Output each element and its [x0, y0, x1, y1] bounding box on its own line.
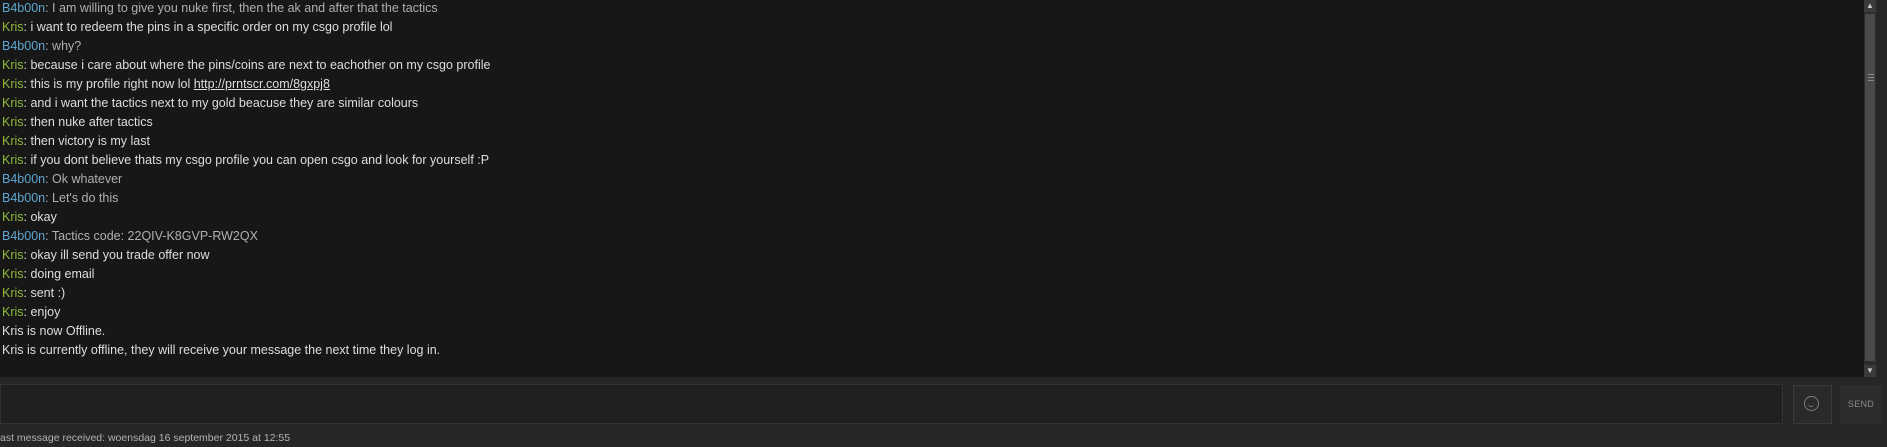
sender-name[interactable]: Kris — [2, 77, 24, 91]
sender-name[interactable]: Kris — [2, 248, 24, 262]
scroll-thumb[interactable] — [1865, 14, 1875, 361]
message-text: : this is my profile right now lol — [23, 77, 194, 91]
message-text: : I am willing to give you nuke first, t… — [45, 1, 438, 15]
last-message-status: ast message received: woensdag 16 septem… — [0, 432, 291, 444]
scroll-down-arrow-icon[interactable]: ▼ — [1864, 365, 1876, 377]
chat-line: Kris: this is my profile right now lol h… — [2, 75, 490, 94]
sender-name[interactable]: B4b00n — [2, 191, 45, 205]
message-text: : then victory is my last — [23, 134, 150, 148]
sender-name[interactable]: Kris — [2, 20, 24, 34]
sender-name[interactable]: Kris — [2, 267, 24, 281]
smiley-face-icon — [1804, 396, 1819, 411]
chat-line: Kris: then nuke after tactics — [2, 113, 490, 132]
scroll-up-arrow-icon[interactable]: ▲ — [1864, 0, 1876, 12]
chat-line: B4b00n: Tactics code: 22QIV-K8GVP-RW2QX — [2, 227, 490, 246]
chat-line: Kris: i want to redeem the pins in a spe… — [2, 18, 490, 37]
message-text: : why? — [45, 39, 82, 53]
sender-name[interactable]: B4b00n — [2, 229, 45, 243]
profile-link[interactable]: http://prntscr.com/8gxpj8 — [194, 77, 330, 91]
sender-name[interactable]: B4b00n — [2, 172, 45, 186]
message-text: : okay — [23, 210, 57, 224]
chat-line: Kris: sent :) — [2, 284, 490, 303]
message-text: : doing email — [23, 267, 95, 281]
chat-line: Kris: okay ill send you trade offer now — [2, 246, 490, 265]
system-message: Kris is currently offline, they will rec… — [2, 343, 441, 357]
sender-name[interactable]: Kris — [2, 115, 24, 129]
sender-name[interactable]: B4b00n — [2, 1, 45, 15]
sender-name[interactable]: B4b00n — [2, 39, 45, 53]
chat-line: Kris: then victory is my last — [2, 132, 490, 151]
message-text: : and i want the tactics next to my gold… — [23, 96, 419, 110]
sender-name[interactable]: Kris — [2, 134, 24, 148]
chat-line: Kris: because i care about where the pin… — [2, 56, 490, 75]
message-text: : sent :) — [23, 286, 66, 300]
emoticon-button[interactable] — [1793, 385, 1832, 424]
chat-log: B4b00n: I am willing to give you nuke fi… — [0, 0, 1864, 377]
system-message: Kris is now Offline. — [2, 324, 106, 338]
sender-name[interactable]: Kris — [2, 210, 24, 224]
message-text: : because i care about where the pins/co… — [23, 58, 491, 72]
message-text: : if you dont believe thats my csgo prof… — [23, 153, 490, 167]
sender-name[interactable]: Kris — [2, 305, 24, 319]
sender-name[interactable]: Kris — [2, 286, 24, 300]
chat-line: B4b00n: why? — [2, 37, 490, 56]
grip-icon — [1868, 74, 1874, 82]
sender-name[interactable]: Kris — [2, 96, 24, 110]
message-text: : Let's do this — [45, 191, 119, 205]
chat-scrollbar[interactable]: ▲ ▼ — [1864, 0, 1876, 377]
message-text: : Tactics code: 22QIV-K8GVP-RW2QX — [45, 229, 258, 243]
chat-line: Kris: enjoy — [2, 303, 490, 322]
chat-lines: B4b00n: I am willing to give you nuke fi… — [2, 0, 490, 360]
chat-line: B4b00n: Let's do this — [2, 189, 490, 208]
chat-line: B4b00n: Ok whatever — [2, 170, 490, 189]
message-text: : Ok whatever — [45, 172, 123, 186]
send-button[interactable]: SEND — [1840, 385, 1882, 424]
chat-line: Kris: okay — [2, 208, 490, 227]
message-input[interactable] — [0, 384, 1783, 424]
chat-line: Kris: if you dont believe thats my csgo … — [2, 151, 490, 170]
message-text: : i want to redeem the pins in a specifi… — [23, 20, 393, 34]
message-text: : then nuke after tactics — [23, 115, 153, 129]
message-text: : enjoy — [23, 305, 61, 319]
chat-line: B4b00n: I am willing to give you nuke fi… — [2, 0, 490, 18]
sender-name[interactable]: Kris — [2, 153, 24, 167]
sender-name[interactable]: Kris — [2, 58, 24, 72]
chat-line: Kris: doing email — [2, 265, 490, 284]
chat-line: Kris: and i want the tactics next to my … — [2, 94, 490, 113]
message-text: : okay ill send you trade offer now — [23, 248, 210, 262]
